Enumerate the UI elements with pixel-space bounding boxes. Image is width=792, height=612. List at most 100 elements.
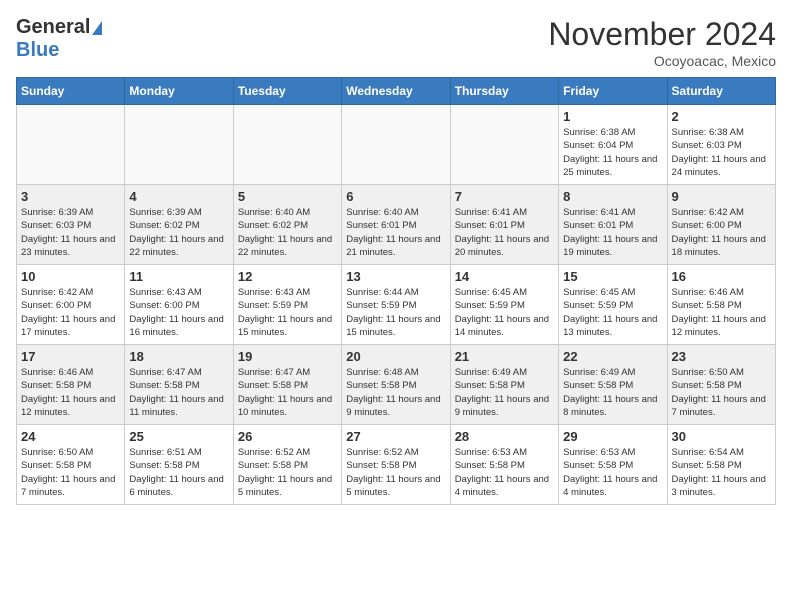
calendar-cell [17, 105, 125, 185]
calendar-cell: 23Sunrise: 6:50 AM Sunset: 5:58 PM Dayli… [667, 345, 775, 425]
calendar-cell: 1 Sunrise: 6:38 AM Sunset: 6:04 PM Daylig… [559, 105, 667, 185]
calendar-cell: 15 Sunrise: 6:45 AM Sunset: 5:59 PM Dayli… [559, 265, 667, 345]
calendar-cell [342, 105, 450, 185]
calendar-cell: 14 Sunrise: 6:45 AM Sunset: 5:59 PM Dayli… [450, 265, 558, 345]
calendar-week-row: 3Sunrise: 6:39 AM Sunset: 6:03 PM Daylig… [17, 185, 776, 265]
day-info: Sunrise: 6:47 AM Sunset: 5:58 PM Dayligh… [238, 366, 337, 419]
calendar-cell: 25 Sunrise: 6:51 AM Sunset: 5:58 PM Dayli… [125, 425, 233, 505]
day-info: Sunrise: 6:45 AM Sunset: 5:59 PM Dayligh… [455, 286, 554, 339]
calendar-cell: 10 Sunrise: 6:42 AM Sunset: 6:00 PM Dayli… [17, 265, 125, 345]
weekday-header-tuesday: Tuesday [233, 78, 341, 105]
day-info: Sunrise: 6:41 AM Sunset: 6:01 PM Dayligh… [455, 206, 554, 259]
day-number: 19 [238, 349, 337, 364]
calendar-cell: 21 Sunrise: 6:49 AM Sunset: 5:58 PM Dayli… [450, 345, 558, 425]
day-info: Sunrise: 6:41 AM Sunset: 6:01 PM Dayligh… [563, 206, 662, 259]
weekday-header-thursday: Thursday [450, 78, 558, 105]
day-number: 13 [346, 269, 445, 284]
day-number: 21 [455, 349, 554, 364]
day-info: Sunrise: 6:39 AM Sunset: 6:03 PM Dayligh… [21, 206, 120, 259]
day-info: Sunrise: 6:40 AM Sunset: 6:01 PM Dayligh… [346, 206, 445, 259]
day-number: 2 [672, 109, 771, 124]
day-number: 6 [346, 189, 445, 204]
day-number: 5 [238, 189, 337, 204]
day-number: 25 [129, 429, 228, 444]
calendar-cell: 29 Sunrise: 6:53 AM Sunset: 5:58 PM Dayli… [559, 425, 667, 505]
day-info: Sunrise: 6:38 AM Sunset: 6:04 PM Dayligh… [563, 126, 662, 179]
calendar-cell: 17 Sunrise: 6:46 AM Sunset: 5:58 PM Dayli… [17, 345, 125, 425]
calendar-cell: 22 Sunrise: 6:49 AM Sunset: 5:58 PM Dayli… [559, 345, 667, 425]
calendar-week-row: 1 Sunrise: 6:38 AM Sunset: 6:04 PM Daylig… [17, 105, 776, 185]
day-info: Sunrise: 6:43 AM Sunset: 5:59 PM Dayligh… [238, 286, 337, 339]
day-number: 17 [21, 349, 120, 364]
day-number: 29 [563, 429, 662, 444]
day-info: Sunrise: 6:52 AM Sunset: 5:58 PM Dayligh… [346, 446, 445, 499]
calendar-cell: 2 Sunrise: 6:38 AM Sunset: 6:03 PM Daylig… [667, 105, 775, 185]
day-info: Sunrise: 6:44 AM Sunset: 5:59 PM Dayligh… [346, 286, 445, 339]
page-header: General Blue November 2024 Ocoyoacac, Me… [16, 16, 776, 69]
day-number: 23 [672, 349, 771, 364]
calendar-cell: 13 Sunrise: 6:44 AM Sunset: 5:59 PM Dayli… [342, 265, 450, 345]
calendar-cell: 26 Sunrise: 6:52 AM Sunset: 5:58 PM Dayli… [233, 425, 341, 505]
day-number: 24 [21, 429, 120, 444]
day-number: 18 [129, 349, 228, 364]
day-info: Sunrise: 6:46 AM Sunset: 5:58 PM Dayligh… [21, 366, 120, 419]
day-info: Sunrise: 6:42 AM Sunset: 6:00 PM Dayligh… [21, 286, 120, 339]
day-info: Sunrise: 6:45 AM Sunset: 5:59 PM Dayligh… [563, 286, 662, 339]
logo-general-text: General [16, 16, 90, 39]
location-subtitle: Ocoyoacac, Mexico [548, 53, 776, 69]
day-number: 27 [346, 429, 445, 444]
day-number: 26 [238, 429, 337, 444]
calendar-cell: 8 Sunrise: 6:41 AM Sunset: 6:01 PM Daylig… [559, 185, 667, 265]
weekday-header-monday: Monday [125, 78, 233, 105]
day-number: 9 [672, 189, 771, 204]
month-title: November 2024 [548, 16, 776, 53]
calendar-cell: 4Sunrise: 6:39 AM Sunset: 6:02 PM Daylig… [125, 185, 233, 265]
logo: General Blue [16, 16, 102, 62]
calendar-cell: 12 Sunrise: 6:43 AM Sunset: 5:59 PM Dayli… [233, 265, 341, 345]
calendar-cell [450, 105, 558, 185]
day-number: 28 [455, 429, 554, 444]
day-info: Sunrise: 6:50 AM Sunset: 5:58 PM Dayligh… [21, 446, 120, 499]
day-number: 16 [672, 269, 771, 284]
calendar-table: SundayMondayTuesdayWednesdayThursdayFrid… [16, 77, 776, 505]
calendar-header-row: SundayMondayTuesdayWednesdayThursdayFrid… [17, 78, 776, 105]
calendar-week-row: 10 Sunrise: 6:42 AM Sunset: 6:00 PM Dayli… [17, 265, 776, 345]
weekday-header-friday: Friday [559, 78, 667, 105]
calendar-cell: 5Sunrise: 6:40 AM Sunset: 6:02 PM Daylig… [233, 185, 341, 265]
day-info: Sunrise: 6:53 AM Sunset: 5:58 PM Dayligh… [455, 446, 554, 499]
logo-icon [92, 21, 102, 35]
day-info: Sunrise: 6:49 AM Sunset: 5:58 PM Dayligh… [455, 366, 554, 419]
day-number: 1 [563, 109, 662, 124]
day-number: 14 [455, 269, 554, 284]
day-info: Sunrise: 6:51 AM Sunset: 5:58 PM Dayligh… [129, 446, 228, 499]
calendar-cell: 28 Sunrise: 6:53 AM Sunset: 5:58 PM Dayli… [450, 425, 558, 505]
calendar-cell: 30Sunrise: 6:54 AM Sunset: 5:58 PM Dayli… [667, 425, 775, 505]
day-info: Sunrise: 6:38 AM Sunset: 6:03 PM Dayligh… [672, 126, 771, 179]
day-info: Sunrise: 6:47 AM Sunset: 5:58 PM Dayligh… [129, 366, 228, 419]
day-info: Sunrise: 6:46 AM Sunset: 5:58 PM Dayligh… [672, 286, 771, 339]
day-number: 7 [455, 189, 554, 204]
day-number: 22 [563, 349, 662, 364]
day-info: Sunrise: 6:53 AM Sunset: 5:58 PM Dayligh… [563, 446, 662, 499]
calendar-cell: 20Sunrise: 6:48 AM Sunset: 5:58 PM Dayli… [342, 345, 450, 425]
weekday-header-sunday: Sunday [17, 78, 125, 105]
day-info: Sunrise: 6:49 AM Sunset: 5:58 PM Dayligh… [563, 366, 662, 419]
title-block: November 2024 Ocoyoacac, Mexico [548, 16, 776, 69]
calendar-cell [125, 105, 233, 185]
day-number: 15 [563, 269, 662, 284]
day-number: 20 [346, 349, 445, 364]
day-info: Sunrise: 6:42 AM Sunset: 6:00 PM Dayligh… [672, 206, 771, 259]
day-number: 11 [129, 269, 228, 284]
day-info: Sunrise: 6:52 AM Sunset: 5:58 PM Dayligh… [238, 446, 337, 499]
logo-blue-text: Blue [16, 39, 59, 62]
calendar-cell: 3Sunrise: 6:39 AM Sunset: 6:03 PM Daylig… [17, 185, 125, 265]
day-number: 10 [21, 269, 120, 284]
weekday-header-saturday: Saturday [667, 78, 775, 105]
calendar-cell: 19 Sunrise: 6:47 AM Sunset: 5:58 PM Dayli… [233, 345, 341, 425]
day-number: 12 [238, 269, 337, 284]
day-info: Sunrise: 6:54 AM Sunset: 5:58 PM Dayligh… [672, 446, 771, 499]
day-number: 8 [563, 189, 662, 204]
calendar-cell [233, 105, 341, 185]
calendar-cell: 18 Sunrise: 6:47 AM Sunset: 5:58 PM Dayli… [125, 345, 233, 425]
day-number: 4 [129, 189, 228, 204]
